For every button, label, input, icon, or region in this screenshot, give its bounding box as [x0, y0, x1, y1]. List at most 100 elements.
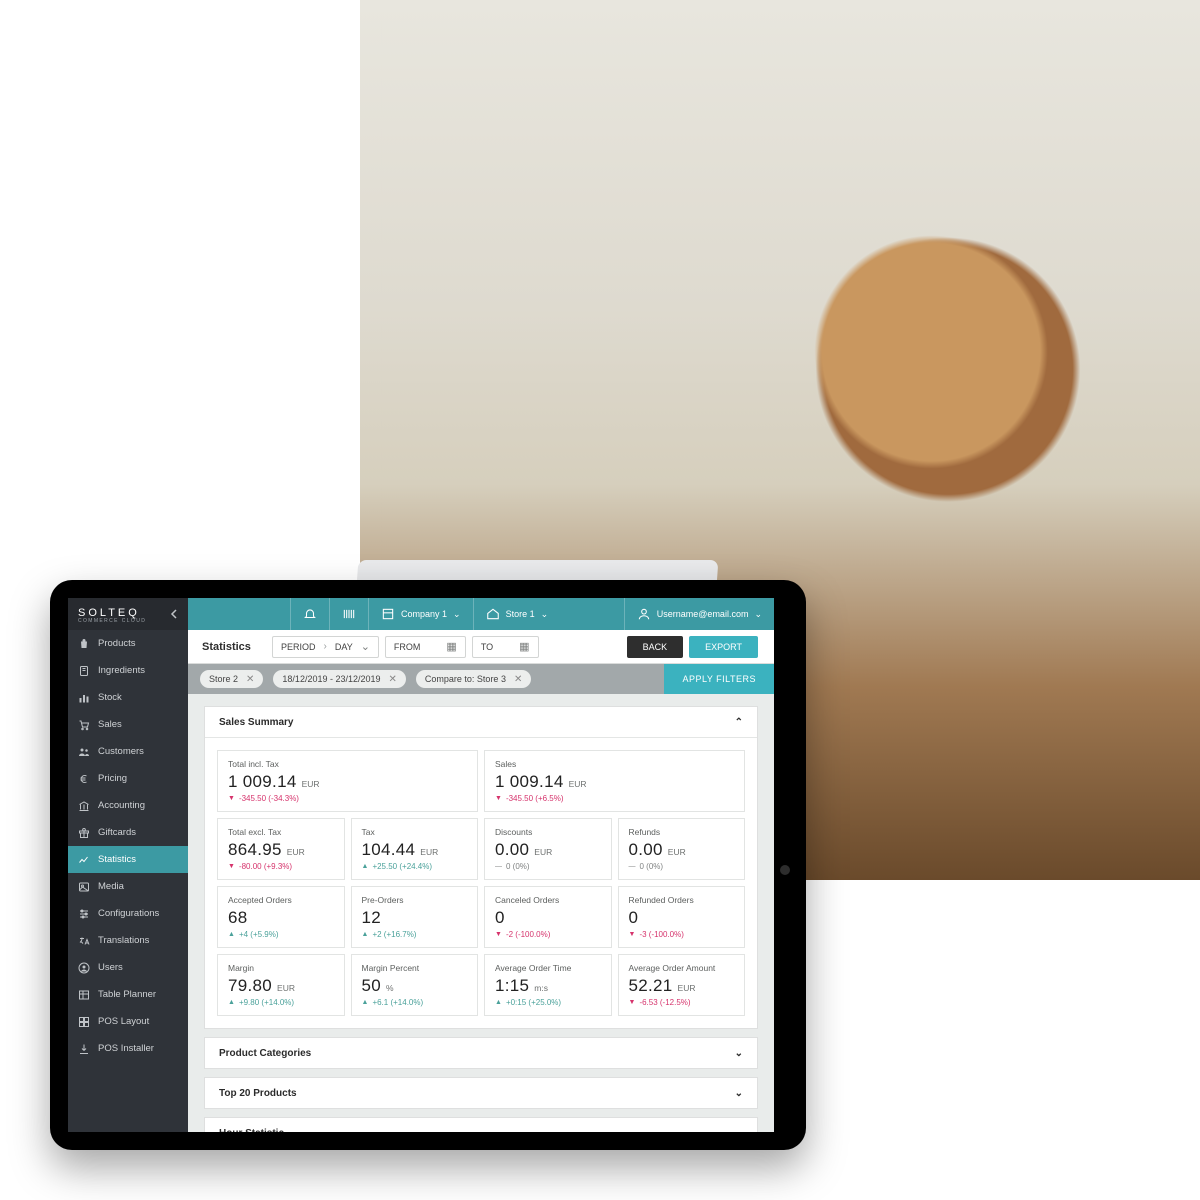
panel-header[interactable]: Product Categories⌄	[205, 1038, 757, 1068]
metric-label: Tax	[362, 827, 468, 837]
metric-value: 0	[495, 908, 505, 928]
metric-delta: ▲+9.80 (+14.0%)	[228, 998, 334, 1007]
sidebar-item-table-planner[interactable]: Table Planner	[68, 981, 188, 1008]
filter-pill-range[interactable]: 18/12/2019 - 23/12/2019✕	[273, 670, 405, 688]
sidebar-item-label: Media	[98, 881, 124, 892]
filter-bar: Statistics PERIOD › DAY ⌄ FROM ▦ TO ▦ BA…	[188, 630, 774, 664]
notifications-button[interactable]	[290, 598, 329, 630]
scan-button[interactable]	[329, 598, 368, 630]
leaf-icon	[78, 665, 90, 677]
close-icon[interactable]: ✕	[246, 674, 254, 685]
apply-filters-button[interactable]: APPLY FILTERS	[664, 664, 774, 694]
chevron-up-icon: ⌃	[735, 717, 743, 728]
trend-icon: ▼	[228, 863, 235, 870]
collapsed-panel: Top 20 Products⌄	[204, 1077, 758, 1109]
metric-delta: —0 (0%)	[629, 862, 735, 871]
sidebar-item-users[interactable]: Users	[68, 954, 188, 981]
metric-value: 52.21	[629, 976, 673, 996]
metric-unit: %	[386, 983, 394, 993]
store-selector[interactable]: Store 1 ⌄	[473, 598, 561, 630]
company-selector[interactable]: Company 1 ⌄	[368, 598, 473, 630]
sidebar-item-sales[interactable]: Sales	[68, 711, 188, 738]
filter-pill-store[interactable]: Store 2✕	[200, 670, 263, 688]
metric-value: 864.95	[228, 840, 282, 860]
metric-delta: ▲+4 (+5.9%)	[228, 930, 334, 939]
sidebar-item-configurations[interactable]: Configurations	[68, 900, 188, 927]
panel-header[interactable]: Sales Summary ⌃	[205, 707, 757, 737]
trend-icon: —	[629, 863, 636, 870]
sidebar-item-ingredients[interactable]: Ingredients	[68, 657, 188, 684]
export-button[interactable]: EXPORT	[689, 636, 758, 658]
to-label: TO	[481, 642, 493, 652]
metric-value: 1 009.14	[495, 772, 564, 792]
sidebar-item-products[interactable]: Products	[68, 630, 188, 657]
metric-delta: ▲+25.50 (+24.4%)	[362, 862, 468, 871]
sidebar-item-stock[interactable]: Stock	[68, 684, 188, 711]
from-label: FROM	[394, 642, 421, 652]
sidebar-item-label: Accounting	[98, 800, 145, 811]
main-area: Company 1 ⌄ Store 1 ⌄ Username@email.com…	[188, 598, 774, 1132]
metric-card: Average Order Amount52.21EUR▼-6.53 (-12.…	[618, 954, 746, 1016]
user-icon	[78, 962, 90, 974]
metric-value: 0.00	[629, 840, 663, 860]
period-label: PERIOD	[281, 642, 316, 652]
user-menu[interactable]: Username@email.com ⌄	[624, 598, 774, 630]
to-date[interactable]: TO ▦	[472, 636, 539, 658]
sidebar-item-label: Customers	[98, 746, 144, 757]
metric-label: Accepted Orders	[228, 895, 334, 905]
sidebar-item-label: Giftcards	[98, 827, 136, 838]
metric-card: Accepted Orders68▲+4 (+5.9%)	[217, 886, 345, 948]
sidebar-item-accounting[interactable]: Accounting	[68, 792, 188, 819]
trend-icon: ▼	[629, 931, 636, 938]
metric-value: 0.00	[495, 840, 529, 860]
sidebar: SOLTEQ COMMERCE CLOUD Products Ingredient…	[68, 598, 188, 1132]
sliders-icon	[78, 908, 90, 920]
sidebar-item-customers[interactable]: Customers	[68, 738, 188, 765]
sidebar-item-statistics[interactable]: Statistics	[68, 846, 188, 873]
chevron-down-icon: ⌄	[735, 1088, 743, 1099]
close-icon[interactable]: ✕	[389, 674, 397, 685]
sidebar-item-pos-layout[interactable]: POS Layout	[68, 1008, 188, 1035]
filter-pill-compare[interactable]: Compare to: Store 3✕	[416, 670, 531, 688]
metric-label: Refunded Orders	[629, 895, 735, 905]
metric-value: 12	[362, 908, 382, 928]
bag-icon	[78, 638, 90, 650]
user-label: Username@email.com	[657, 609, 749, 619]
metric-card: Total incl. Tax1 009.14EUR▼-345.50 (-34.…	[217, 750, 478, 812]
trend-icon: ▲	[228, 931, 235, 938]
metric-label: Discounts	[495, 827, 601, 837]
chevron-down-icon: ⌄	[361, 640, 370, 653]
sidebar-item-label: Translations	[98, 935, 149, 946]
metric-delta: —0 (0%)	[495, 862, 601, 871]
metric-unit: m:s	[534, 983, 548, 993]
gift-icon	[78, 827, 90, 839]
chevron-down-icon: ⌄	[453, 609, 461, 620]
metric-value: 79.80	[228, 976, 272, 996]
sidebar-item-pos-installer[interactable]: POS Installer	[68, 1035, 188, 1062]
close-icon[interactable]: ✕	[514, 674, 522, 685]
logo-bar: SOLTEQ COMMERCE CLOUD	[68, 598, 188, 630]
metric-label: Canceled Orders	[495, 895, 601, 905]
sidebar-item-label: Configurations	[98, 908, 159, 919]
panel-header[interactable]: Hour Statistic⌄	[205, 1118, 757, 1132]
home-icon	[486, 607, 500, 621]
collapse-sidebar-icon[interactable]	[168, 608, 180, 620]
metric-delta: ▼-2 (-100.0%)	[495, 930, 601, 939]
metric-delta: ▼-345.50 (+6.5%)	[495, 794, 734, 803]
metric-label: Average Order Amount	[629, 963, 735, 973]
sidebar-item-translations[interactable]: Translations	[68, 927, 188, 954]
metric-card: Margin Percent50%▲+6.1 (+14.0%)	[351, 954, 479, 1016]
trend-icon: ▲	[362, 999, 369, 1006]
people-icon	[78, 746, 90, 758]
period-selector[interactable]: PERIOD › DAY ⌄	[272, 636, 379, 658]
lang-icon	[78, 935, 90, 947]
panel-header[interactable]: Top 20 Products⌄	[205, 1078, 757, 1108]
from-date[interactable]: FROM ▦	[385, 636, 466, 658]
sidebar-item-label: Ingredients	[98, 665, 145, 676]
sidebar-item-media[interactable]: Media	[68, 873, 188, 900]
sidebar-item-pricing[interactable]: Pricing	[68, 765, 188, 792]
back-button[interactable]: BACK	[627, 636, 684, 658]
sidebar-item-giftcards[interactable]: Giftcards	[68, 819, 188, 846]
user-icon	[637, 607, 651, 621]
page-title: Statistics	[188, 641, 272, 653]
